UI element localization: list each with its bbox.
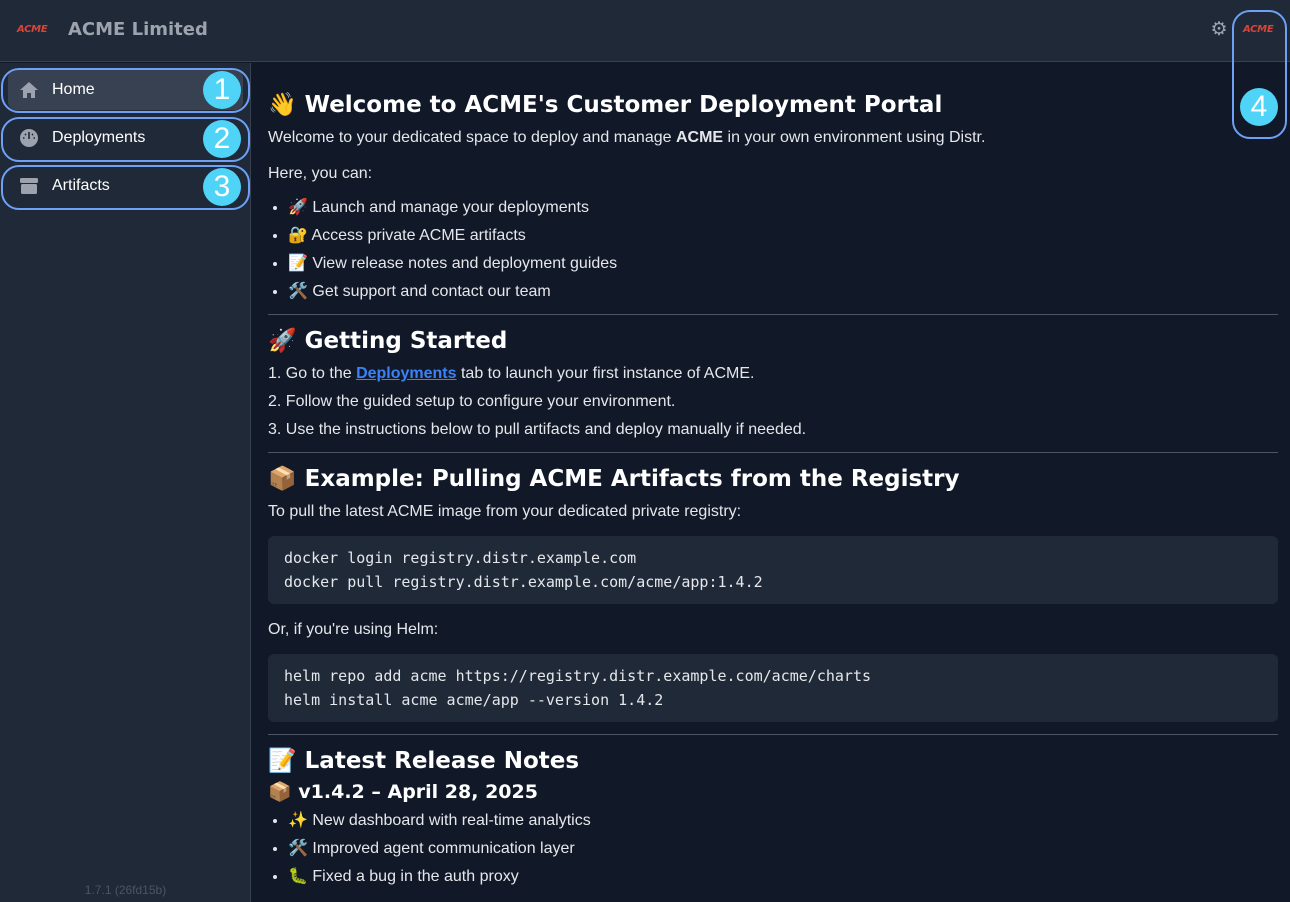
- release-notes-list: ✨ New dashboard with real-time analytics…: [268, 807, 1278, 891]
- docker-code-block[interactable]: docker login registry.distr.example.com …: [268, 536, 1278, 604]
- list-item: 🐛 Fixed a bug in the auth proxy: [288, 863, 1278, 891]
- feature-list: 🚀 Launch and manage your deployments 🔐 A…: [268, 194, 1278, 306]
- intro-text: Welcome to your dedicated space to deplo…: [268, 124, 1278, 152]
- sidebar-item-label: Home: [52, 81, 95, 99]
- example-heading: 📦 Example: Pulling ACME Artifacts from t…: [268, 465, 1278, 492]
- step-1: 1. Go to the Deployments tab to launch y…: [268, 360, 1278, 388]
- divider: [268, 452, 1278, 453]
- home-content: 👋 Welcome to ACME's Customer Deployment …: [268, 63, 1278, 897]
- list-item: ✨ New dashboard with real-time analytics: [288, 807, 1278, 835]
- annotation-badge-1: 1: [203, 71, 241, 109]
- gear-icon[interactable]: ⚙: [1209, 20, 1229, 40]
- release-version-heading: 📦 v1.4.2 – April 28, 2025: [268, 780, 1278, 803]
- divider: [268, 734, 1278, 735]
- app-title: ACME Limited: [68, 19, 208, 40]
- sidebar-item-label: Artifacts: [52, 177, 110, 195]
- annotation-badge-3: 3: [203, 168, 241, 206]
- helm-code-block[interactable]: helm repo add acme https://registry.dist…: [268, 654, 1278, 722]
- dashboard-icon: [18, 127, 40, 149]
- release-notes-heading: 📝 Latest Release Notes: [268, 747, 1278, 774]
- list-item: 🚀 Launch and manage your deployments: [288, 194, 1278, 222]
- home-icon: [18, 79, 40, 101]
- annotation-badge-2: 2: [203, 120, 241, 158]
- getting-started-heading: 🚀 Getting Started: [268, 327, 1278, 354]
- list-item: 📝 View release notes and deployment guid…: [288, 250, 1278, 278]
- app-version: 1.7.1 (26fd15b): [0, 883, 251, 897]
- list-item: 🔐 Access private ACME artifacts: [288, 222, 1278, 250]
- user-menu-logo[interactable]: ACME: [1243, 24, 1273, 35]
- top-header: ACME ACME Limited ⚙ ACME: [0, 0, 1290, 62]
- deployments-link[interactable]: Deployments: [356, 365, 456, 382]
- welcome-heading: 👋 Welcome to ACME's Customer Deployment …: [268, 91, 1278, 118]
- acme-logo[interactable]: ACME: [17, 24, 47, 35]
- list-item: 🛠️ Get support and contact our team: [288, 278, 1278, 306]
- box-icon: [18, 175, 40, 197]
- features-intro: Here, you can:: [268, 160, 1278, 188]
- list-item: 🛠️ Improved agent communication layer: [288, 835, 1278, 863]
- divider: [268, 314, 1278, 315]
- step-2: 2. Follow the guided setup to configure …: [268, 388, 1278, 416]
- sidebar-item-label: Deployments: [52, 129, 145, 147]
- helm-description: Or, if you're using Helm:: [268, 616, 1278, 644]
- step-3: 3. Use the instructions below to pull ar…: [268, 416, 1278, 444]
- example-description: To pull the latest ACME image from your …: [268, 498, 1278, 526]
